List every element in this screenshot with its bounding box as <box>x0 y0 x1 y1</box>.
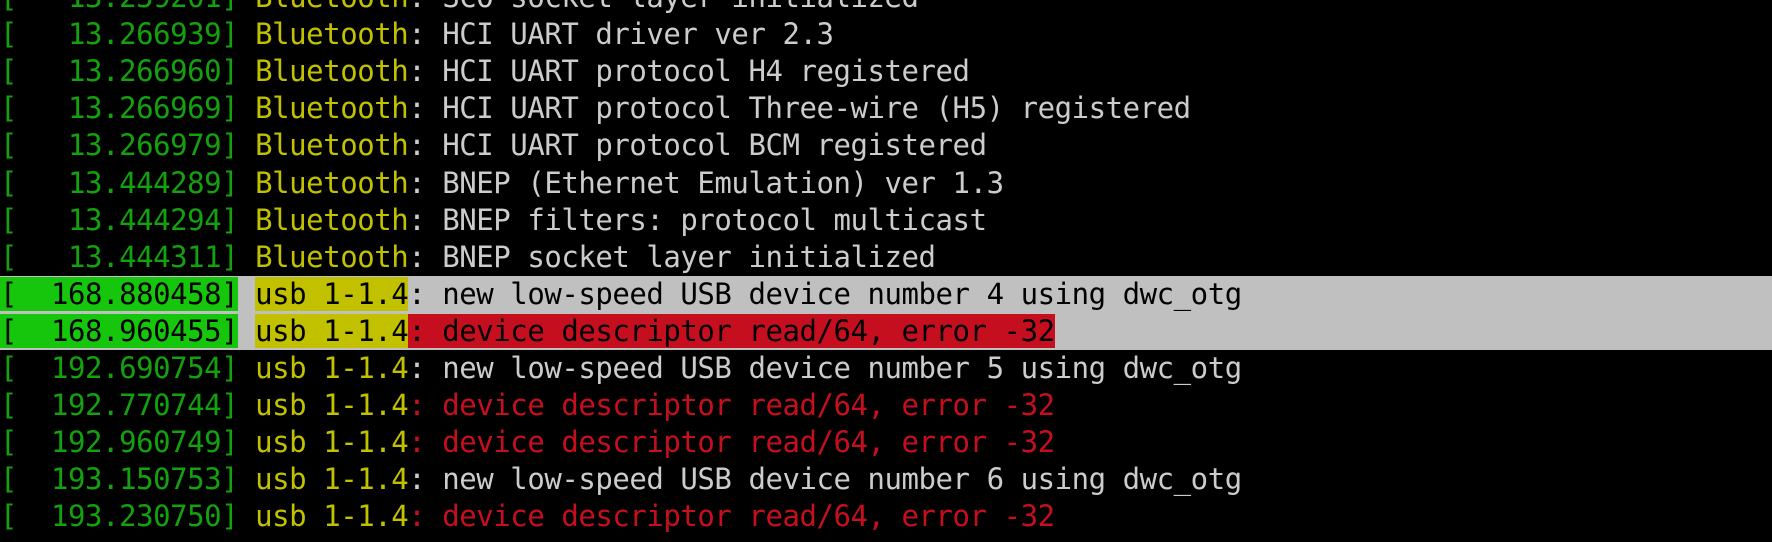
log-timestamp: [ 193.150753] <box>0 462 239 497</box>
log-timestamp: [ 193.230750] <box>0 499 239 534</box>
log-line[interactable]: [ 168.960455] usb 1-1.4: device descript… <box>0 313 1055 350</box>
log-message: : new low-speed USB device number 4 usin… <box>408 276 1242 311</box>
log-timestamp: [ 13.259201] <box>0 0 239 14</box>
log-source: Bluetooth <box>255 0 409 14</box>
log-source: Bluetooth <box>255 202 409 237</box>
log-message: : BNEP socket layer initialized <box>408 239 936 274</box>
log-line[interactable]: [ 192.690754] usb 1-1.4: new low-speed U… <box>0 350 1242 387</box>
log-spacer <box>238 128 255 162</box>
log-error-message: : device descriptor read/64, error -32 <box>408 313 1055 348</box>
log-timestamp: [ 13.444294] <box>0 202 239 237</box>
log-timestamp: [ 192.960749] <box>0 425 239 460</box>
log-line[interactable]: [ 13.259201] Bluetooth: SCO socket layer… <box>0 0 919 16</box>
log-message: : HCI UART driver ver 2.3 <box>408 17 834 52</box>
log-line[interactable]: [ 13.266939] Bluetooth: HCI UART driver … <box>0 16 834 53</box>
log-spacer <box>238 240 255 274</box>
log-spacer <box>238 166 255 200</box>
log-source: Bluetooth <box>255 17 409 52</box>
log-timestamp: [ 192.770744] <box>0 388 239 423</box>
log-line[interactable]: [ 13.444311] Bluetooth: BNEP socket laye… <box>0 239 936 276</box>
log-spacer <box>238 314 255 348</box>
log-message: : BNEP filters: protocol multicast <box>408 202 987 237</box>
log-timestamp: [ 13.266969] <box>0 91 239 126</box>
log-timestamp: [ 13.266939] <box>0 17 239 52</box>
log-message: : HCI UART protocol Three-wire (H5) regi… <box>408 91 1191 126</box>
log-line[interactable]: [ 13.266960] Bluetooth: HCI UART protoco… <box>0 53 970 90</box>
log-source: usb 1-1.4 <box>255 276 409 311</box>
log-spacer <box>238 499 255 533</box>
log-line[interactable]: [ 13.266969] Bluetooth: HCI UART protoco… <box>0 90 1191 127</box>
log-line[interactable]: [ 192.770744] usb 1-1.4: device descript… <box>0 387 1055 424</box>
log-spacer <box>238 0 255 14</box>
log-source: Bluetooth <box>255 91 409 126</box>
log-spacer <box>238 388 255 422</box>
log-timestamp: [ 192.690754] <box>0 351 239 385</box>
log-spacer <box>238 462 255 496</box>
log-message: : new low-speed USB device number 5 usin… <box>408 351 1242 385</box>
log-spacer <box>238 425 255 459</box>
log-line[interactable]: [ 13.266979] Bluetooth: HCI UART protoco… <box>0 127 987 164</box>
log-line[interactable]: [ 13.444289] Bluetooth: BNEP (Ethernet E… <box>0 165 1004 202</box>
log-timestamp: [ 13.266979] <box>0 128 239 163</box>
log-timestamp: [ 13.444311] <box>0 239 239 274</box>
log-message: : new low-speed USB device number 6 usin… <box>408 462 1242 497</box>
log-spacer <box>238 17 255 51</box>
log-error-message: : device descriptor read/64, error -32 <box>408 388 1055 423</box>
log-timestamp: [ 168.880458] <box>0 276 239 311</box>
log-line[interactable]: [ 192.960749] usb 1-1.4: device descript… <box>0 424 1055 461</box>
log-spacer <box>238 351 255 385</box>
log-spacer <box>238 277 255 311</box>
log-source: Bluetooth <box>255 165 409 200</box>
log-error-message: : device descriptor read/64, error -32 <box>408 425 1055 460</box>
log-line[interactable]: [ 193.150753] usb 1-1.4: new low-speed U… <box>0 461 1242 498</box>
log-source: usb 1-1.4 <box>255 462 409 497</box>
log-timestamp: [ 13.266960] <box>0 54 239 89</box>
log-source: Bluetooth <box>255 239 409 274</box>
log-message: : HCI UART protocol BCM registered <box>408 128 987 163</box>
log-message: : HCI UART protocol H4 registered <box>408 54 970 89</box>
log-source: usb 1-1.4 <box>255 499 409 534</box>
log-source: Bluetooth <box>255 128 409 163</box>
log-line[interactable]: [ 13.444294] Bluetooth: BNEP filters: pr… <box>0 202 987 239</box>
log-spacer <box>238 54 255 88</box>
log-message: : SCO socket layer initialized <box>408 0 919 14</box>
log-message: : BNEP (Ethernet Emulation) ver 1.3 <box>408 165 1004 200</box>
log-source: usb 1-1.4 <box>255 351 409 385</box>
log-source: Bluetooth <box>255 54 409 89</box>
log-source: usb 1-1.4 <box>255 388 409 423</box>
log-spacer <box>238 91 255 125</box>
terminal-window[interactable]: [ 13.259201] Bluetooth: SCO socket layer… <box>0 0 1772 542</box>
log-source: usb 1-1.4 <box>255 425 409 460</box>
log-timestamp: [ 13.444289] <box>0 165 239 200</box>
log-spacer <box>238 203 255 237</box>
log-line[interactable]: [ 193.230750] usb 1-1.4: device descript… <box>0 498 1055 535</box>
log-line[interactable]: [ 168.880458] usb 1-1.4: new low-speed U… <box>0 276 1242 313</box>
log-error-message: : device descriptor read/64, error -32 <box>408 499 1055 534</box>
log-timestamp: [ 168.960455] <box>0 313 239 348</box>
log-source: usb 1-1.4 <box>255 313 409 348</box>
